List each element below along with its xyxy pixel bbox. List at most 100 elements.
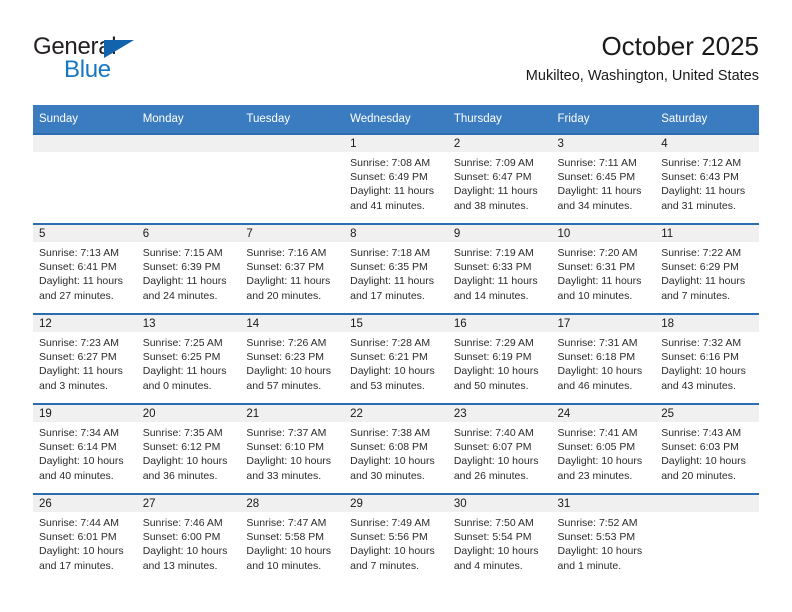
- day-cell-14[interactable]: 14 Sunrise: 7:26 AM Sunset: 6:23 PM Dayligh…: [240, 314, 345, 404]
- day-details: Sunrise: 7:29 AM Sunset: 6:19 PM Daylight:…: [448, 332, 552, 393]
- calendar-week-row: 5 Sunrise: 7:13 AM Sunset: 6:41 PM Daylight…: [33, 224, 759, 314]
- day-details: Sunrise: 7:35 AM Sunset: 6:12 PM Daylight:…: [137, 422, 241, 483]
- sunrise-text: Sunrise: 7:38 AM: [350, 427, 431, 439]
- daylight-text: Daylight: 11 hours and 27 minutes.: [39, 275, 123, 302]
- general-blue-logo[interactable]: General Blue: [33, 34, 153, 86]
- day-details: Sunrise: 7:19 AM Sunset: 6:33 PM Daylight:…: [448, 242, 552, 303]
- day-cell-24[interactable]: 24 Sunrise: 7:41 AM Sunset: 6:05 PM Dayligh…: [551, 404, 656, 494]
- weekday-header-monday: Monday: [136, 105, 241, 134]
- sunset-text: Sunset: 6:33 PM: [453, 261, 532, 274]
- daylight-text: Daylight: 10 hours and 20 minutes.: [661, 455, 746, 482]
- day-number: 23: [447, 405, 552, 422]
- sunrise-text: Sunrise: 7:23 AM: [39, 337, 119, 349]
- day-cell-28[interactable]: 28 Sunrise: 7:47 AM Sunset: 5:58 PM Dayligh…: [240, 494, 345, 583]
- day-cell-30[interactable]: 30 Sunrise: 7:50 AM Sunset: 5:54 PM Dayligh…: [447, 494, 552, 583]
- day-cell-17[interactable]: 17 Sunrise: 7:31 AM Sunset: 6:18 PM Dayligh…: [551, 314, 656, 404]
- daylight-text: Daylight: 10 hours and 23 minutes.: [557, 455, 643, 482]
- day-details: Sunrise: 7:52 AM Sunset: 5:53 PM Daylight:…: [552, 512, 656, 573]
- sunrise-text: Sunrise: 7:50 AM: [453, 517, 534, 529]
- day-number: 16: [447, 315, 552, 332]
- daylight-text: Daylight: 11 hours and 41 minutes.: [350, 185, 434, 212]
- calendar-body: 1 Sunrise: 7:08 AM Sunset: 6:49 PM Daylight…: [33, 134, 759, 583]
- day-number: 12: [33, 315, 137, 332]
- day-cell-21[interactable]: 21 Sunrise: 7:37 AM Sunset: 6:10 PM Dayligh…: [240, 404, 345, 494]
- daylight-text: Daylight: 10 hours and 1 minute.: [557, 545, 643, 572]
- day-number: 27: [136, 495, 241, 512]
- day-cell-25[interactable]: 25 Sunrise: 7:43 AM Sunset: 6:03 PM Dayligh…: [655, 404, 759, 494]
- sunrise-text: Sunrise: 7:47 AM: [246, 517, 327, 529]
- weekday-header-saturday: Saturday: [655, 105, 759, 134]
- day-details: Sunrise: 7:43 AM Sunset: 6:03 PM Daylight:…: [655, 422, 759, 483]
- page-title: October 2025: [601, 31, 759, 61]
- day-number: [655, 495, 759, 512]
- daylight-text: Daylight: 11 hours and 31 minutes.: [661, 185, 746, 212]
- page-subtitle: Mukilteo, Washington, United States: [525, 68, 759, 84]
- day-number: 1: [344, 135, 448, 152]
- sunset-text: Sunset: 6:37 PM: [246, 261, 325, 274]
- day-details: Sunrise: 7:16 AM Sunset: 6:37 PM Daylight:…: [240, 242, 344, 303]
- day-number: 18: [655, 315, 759, 332]
- daylight-text: Daylight: 10 hours and 4 minutes.: [453, 545, 539, 572]
- day-cell-4[interactable]: 4 Sunrise: 7:12 AM Sunset: 6:43 PM Daylight…: [655, 134, 759, 224]
- sunset-text: Sunset: 6:19 PM: [453, 351, 532, 364]
- day-cell-26[interactable]: 26 Sunrise: 7:44 AM Sunset: 6:01 PM Dayligh…: [33, 494, 137, 583]
- sunset-text: Sunset: 5:54 PM: [453, 531, 532, 544]
- day-cell-1[interactable]: 1 Sunrise: 7:08 AM Sunset: 6:49 PM Daylight…: [344, 134, 448, 224]
- day-cell-3[interactable]: 3 Sunrise: 7:11 AM Sunset: 6:45 PM Daylight…: [551, 134, 656, 224]
- day-details: Sunrise: 7:23 AM Sunset: 6:27 PM Daylight:…: [33, 332, 137, 393]
- calendar-table: Sunday Monday Tuesday Wednesday Thursday Frid…: [33, 105, 759, 583]
- day-cell-22[interactable]: 22 Sunrise: 7:38 AM Sunset: 6:08 PM Dayligh…: [344, 404, 448, 494]
- day-cell-15[interactable]: 15 Sunrise: 7:28 AM Sunset: 6:21 PM Dayligh…: [344, 314, 448, 404]
- day-cell-19[interactable]: 19 Sunrise: 7:34 AM Sunset: 6:14 PM Dayligh…: [33, 404, 137, 494]
- day-cell-11[interactable]: 11 Sunrise: 7:22 AM Sunset: 6:29 PM Dayligh…: [655, 224, 759, 314]
- daylight-text: Daylight: 11 hours and 20 minutes.: [246, 275, 331, 302]
- sunrise-text: Sunrise: 7:13 AM: [39, 247, 119, 259]
- sunrise-text: Sunrise: 7:49 AM: [350, 517, 431, 529]
- daylight-text: Daylight: 10 hours and 36 minutes.: [142, 455, 228, 482]
- day-cell-20[interactable]: 20 Sunrise: 7:35 AM Sunset: 6:12 PM Dayligh…: [136, 404, 241, 494]
- day-cell-8[interactable]: 8 Sunrise: 7:18 AM Sunset: 6:35 PM Daylight…: [344, 224, 448, 314]
- sunset-text: Sunset: 6:35 PM: [350, 261, 428, 274]
- sunset-text: Sunset: 6:29 PM: [661, 261, 739, 274]
- sunset-text: Sunset: 6:43 PM: [661, 171, 739, 184]
- day-number: 2: [447, 135, 552, 152]
- day-cell-12[interactable]: 12 Sunrise: 7:23 AM Sunset: 6:27 PM Dayligh…: [33, 314, 137, 404]
- daylight-text: Daylight: 11 hours and 3 minutes.: [39, 365, 123, 392]
- day-cell-7[interactable]: 7 Sunrise: 7:16 AM Sunset: 6:37 PM Daylight…: [240, 224, 345, 314]
- sunrise-text: Sunrise: 7:20 AM: [557, 247, 638, 259]
- day-number: 22: [344, 405, 448, 422]
- day-cell-6[interactable]: 6 Sunrise: 7:15 AM Sunset: 6:39 PM Daylight…: [136, 224, 241, 314]
- day-number: 13: [136, 315, 241, 332]
- weekday-header-friday: Friday: [551, 105, 656, 134]
- weekday-header: Sunday Monday Tuesday Wednesday Thursday Frid…: [33, 105, 759, 134]
- day-details: Sunrise: 7:49 AM Sunset: 5:56 PM Daylight:…: [344, 512, 448, 573]
- sunrise-text: Sunrise: 7:16 AM: [246, 247, 327, 259]
- daylight-text: Daylight: 10 hours and 13 minutes.: [142, 545, 228, 572]
- day-details: Sunrise: 7:31 AM Sunset: 6:18 PM Daylight:…: [552, 332, 656, 393]
- day-cell-31[interactable]: 31 Sunrise: 7:52 AM Sunset: 5:53 PM Dayligh…: [551, 494, 656, 583]
- day-cell-5[interactable]: 5 Sunrise: 7:13 AM Sunset: 6:41 PM Daylight…: [33, 224, 137, 314]
- day-details: Sunrise: 7:40 AM Sunset: 6:07 PM Daylight:…: [448, 422, 552, 483]
- day-cell-9[interactable]: 9 Sunrise: 7:19 AM Sunset: 6:33 PM Daylight…: [447, 224, 552, 314]
- day-number: 15: [344, 315, 448, 332]
- daylight-text: Daylight: 10 hours and 53 minutes.: [350, 365, 435, 392]
- day-details: Sunrise: 7:20 AM Sunset: 6:31 PM Daylight:…: [552, 242, 656, 303]
- day-cell-29[interactable]: 29 Sunrise: 7:49 AM Sunset: 5:56 PM Dayligh…: [344, 494, 448, 583]
- day-cell-13[interactable]: 13 Sunrise: 7:25 AM Sunset: 6:25 PM Dayligh…: [136, 314, 241, 404]
- day-cell-16[interactable]: 16 Sunrise: 7:29 AM Sunset: 6:19 PM Dayligh…: [447, 314, 552, 404]
- day-cell-23[interactable]: 23 Sunrise: 7:40 AM Sunset: 6:07 PM Dayligh…: [447, 404, 552, 494]
- day-details: Sunrise: 7:37 AM Sunset: 6:10 PM Daylight:…: [240, 422, 344, 483]
- day-cell-10[interactable]: 10 Sunrise: 7:20 AM Sunset: 6:31 PM Dayligh…: [551, 224, 656, 314]
- day-details: Sunrise: 7:46 AM Sunset: 6:00 PM Daylight:…: [137, 512, 241, 573]
- calendar-week-row: 19 Sunrise: 7:34 AM Sunset: 6:14 PM Dayligh…: [33, 404, 759, 494]
- day-details: Sunrise: 7:38 AM Sunset: 6:08 PM Daylight:…: [344, 422, 448, 483]
- day-details: Sunrise: 7:50 AM Sunset: 5:54 PM Daylight:…: [448, 512, 552, 573]
- daylight-text: Daylight: 10 hours and 7 minutes.: [350, 545, 435, 572]
- day-cell-27[interactable]: 27 Sunrise: 7:46 AM Sunset: 6:00 PM Dayligh…: [136, 494, 241, 583]
- day-number: 5: [33, 225, 137, 242]
- daylight-text: Daylight: 10 hours and 46 minutes.: [557, 365, 643, 392]
- day-details: Sunrise: 7:15 AM Sunset: 6:39 PM Daylight:…: [137, 242, 241, 303]
- day-cell-18[interactable]: 18 Sunrise: 7:32 AM Sunset: 6:16 PM Dayligh…: [655, 314, 759, 404]
- day-cell-2[interactable]: 2 Sunrise: 7:09 AM Sunset: 6:47 PM Daylight…: [447, 134, 552, 224]
- day-cell-empty: [136, 134, 241, 224]
